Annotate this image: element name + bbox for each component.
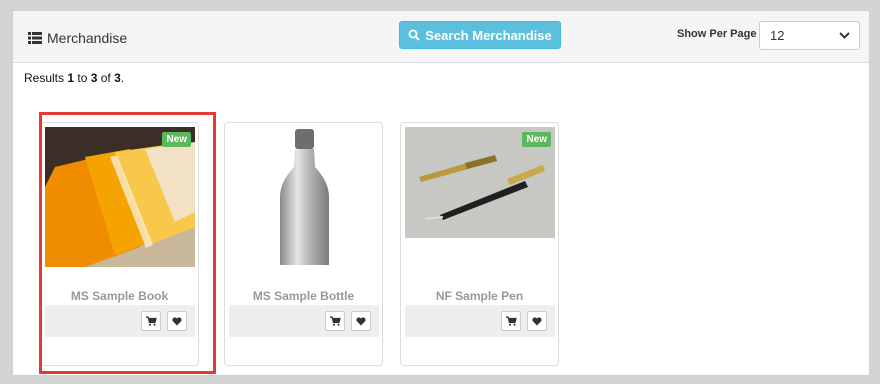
add-to-cart-button[interactable] bbox=[501, 311, 521, 331]
card-actions bbox=[405, 305, 555, 337]
card-actions bbox=[229, 305, 379, 337]
cart-icon bbox=[145, 316, 157, 326]
merchandise-panel: Merchandise Search Merchandise Show Per … bbox=[12, 10, 870, 376]
cart-icon bbox=[505, 316, 517, 326]
wishlist-button[interactable] bbox=[351, 311, 371, 331]
bottle-image[interactable] bbox=[229, 127, 379, 267]
cart-icon bbox=[329, 316, 341, 326]
bottle-photo bbox=[229, 127, 379, 267]
results-prefix: Results bbox=[24, 71, 68, 85]
results-to-word: to bbox=[74, 71, 91, 85]
per-page-label: Show Per Page bbox=[677, 28, 757, 40]
list-icon bbox=[28, 32, 42, 44]
results-summary: Results 1 to 3 of 3. bbox=[24, 71, 124, 85]
per-page-value: 12 bbox=[770, 28, 785, 43]
chevron-down-icon bbox=[839, 32, 850, 39]
card-actions bbox=[45, 305, 195, 337]
wishlist-button[interactable] bbox=[167, 311, 187, 331]
panel-title: Merchandise bbox=[28, 30, 127, 46]
pen-image[interactable]: New bbox=[405, 127, 555, 238]
panel-title-text: Merchandise bbox=[47, 30, 128, 46]
wishlist-button[interactable] bbox=[527, 311, 547, 331]
product-name[interactable]: MS Sample Book bbox=[41, 289, 198, 303]
heart-icon bbox=[172, 316, 182, 325]
product-card-pen[interactable]: New NF Sample Pen bbox=[400, 122, 559, 366]
panel-header: Merchandise Search Merchandise Show Per … bbox=[13, 11, 869, 63]
book-photo bbox=[45, 127, 195, 267]
product-card-book[interactable]: New MS Sample Book bbox=[40, 122, 199, 366]
new-badge: New bbox=[522, 132, 551, 147]
product-name[interactable]: NF Sample Pen bbox=[401, 289, 558, 303]
new-badge: New bbox=[162, 132, 191, 147]
results-suffix: . bbox=[120, 71, 125, 85]
heart-icon bbox=[532, 316, 542, 325]
per-page-select[interactable]: 12 bbox=[759, 21, 860, 50]
search-button-label: Search Merchandise bbox=[425, 27, 552, 43]
add-to-cart-button[interactable] bbox=[325, 311, 345, 331]
heart-icon bbox=[356, 316, 366, 325]
search-merchandise-button[interactable]: Search Merchandise bbox=[399, 21, 561, 49]
product-card-bottle[interactable]: MS Sample Bottle bbox=[224, 122, 383, 366]
search-icon bbox=[408, 29, 420, 41]
add-to-cart-button[interactable] bbox=[141, 311, 161, 331]
book-image[interactable]: New bbox=[45, 127, 195, 267]
product-name[interactable]: MS Sample Bottle bbox=[225, 289, 382, 303]
results-of-word: of bbox=[97, 71, 115, 85]
results-total: 3 bbox=[114, 71, 121, 85]
